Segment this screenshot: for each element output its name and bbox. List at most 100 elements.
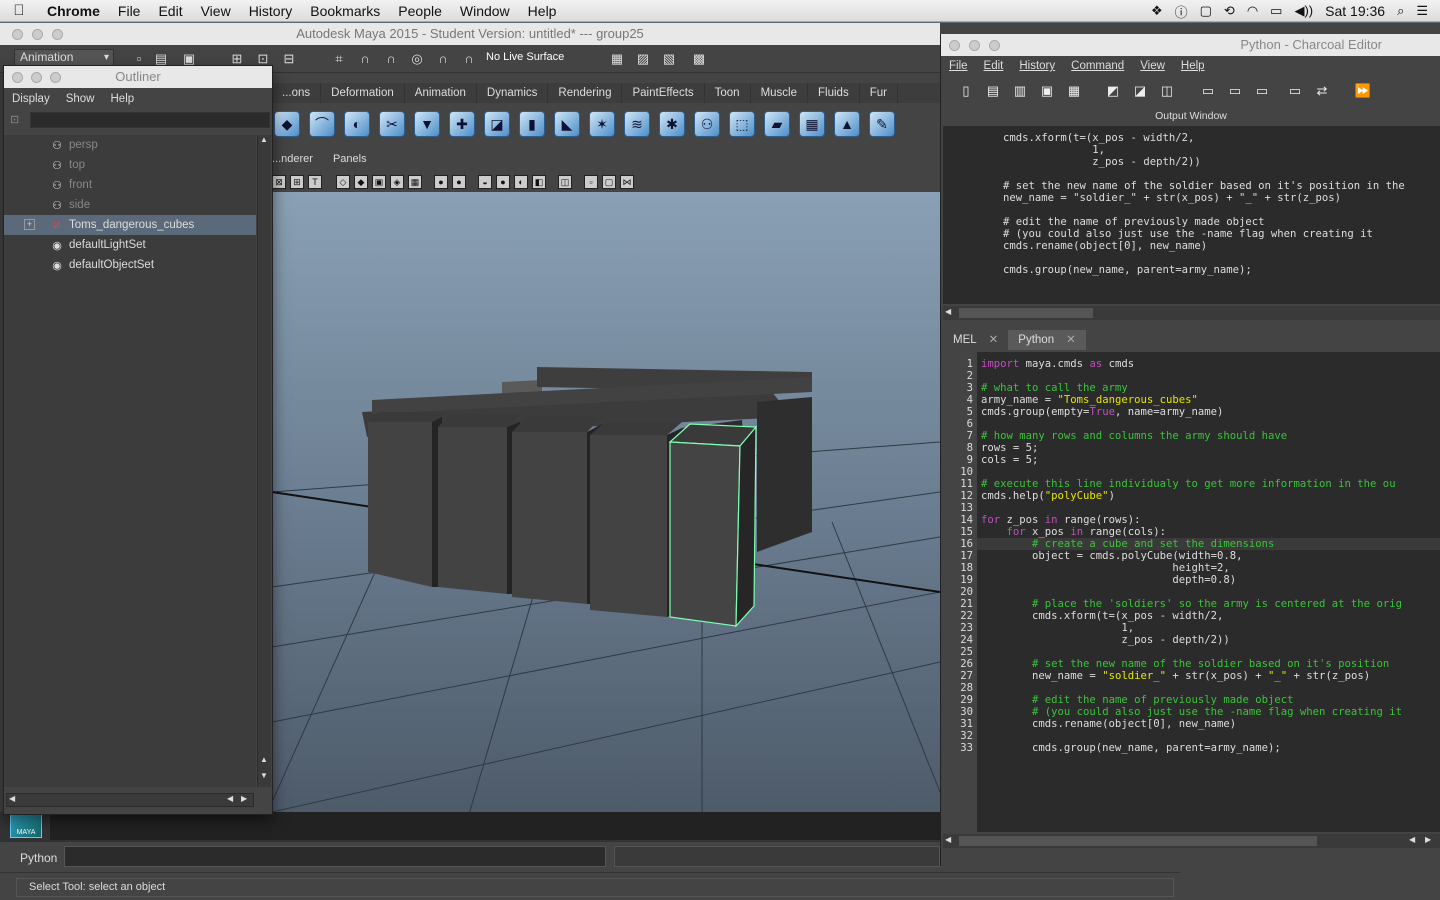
deform-point-icon[interactable]: ▲	[834, 111, 860, 137]
outliner-menu-help[interactable]: Help	[111, 93, 135, 105]
menu-set-dropdown[interactable]: Animation	[14, 49, 114, 66]
tab-python[interactable]: Python ✕	[1008, 330, 1086, 350]
se-menu-file[interactable]: File	[949, 60, 968, 72]
shelf-tab-muscle[interactable]: Muscle	[751, 83, 809, 103]
deform-blend-icon[interactable]: ✱	[659, 111, 685, 137]
close-tab-icon[interactable]: ✕	[989, 334, 999, 346]
select-component-icon[interactable]: ⊟	[280, 50, 298, 68]
spotlight-icon[interactable]: ⌕	[1397, 3, 1404, 19]
scrollbar-thumb[interactable]	[959, 836, 1317, 846]
filter-icon[interactable]: ⊡	[10, 113, 19, 126]
volume-icon[interactable]: ◀))	[1294, 3, 1313, 19]
menu-renderer[interactable]: ...nderer	[272, 153, 313, 171]
show-line-numbers-icon[interactable]: ◪	[1131, 82, 1149, 100]
motion-blur-icon[interactable]: ●	[496, 175, 510, 189]
shelf-tab-animation[interactable]: Animation	[405, 83, 477, 103]
outliner-menu-show[interactable]: Show	[66, 93, 95, 105]
se-menu-view[interactable]: View	[1140, 60, 1165, 72]
outliner-minimize-button[interactable]	[31, 72, 42, 83]
clear-history-icon[interactable]: ▭	[1199, 82, 1217, 100]
se-menu-history[interactable]: History	[1019, 60, 1055, 72]
zoom-button[interactable]	[52, 29, 63, 40]
output-window[interactable]: cmds.xform(t=(x_pos - width/2, 1, z_pos …	[943, 126, 1440, 304]
shelf-tab-rendering[interactable]: Rendering	[548, 83, 623, 103]
outliner-item-persp[interactable]: ⚇ persp	[4, 135, 256, 155]
show-input-icon[interactable]: ⇄	[1313, 82, 1331, 100]
clock[interactable]: Sat 19:36	[1325, 3, 1385, 19]
menu-view[interactable]: View	[192, 3, 240, 19]
editor-horizontal-scrollbar[interactable]: ◀ ◀ ▶	[943, 834, 1440, 848]
shadows-icon[interactable]: ●	[452, 175, 466, 189]
deform-cluster-icon[interactable]: ⌒	[309, 111, 335, 137]
snap-curve-icon[interactable]: ∩	[356, 50, 374, 68]
bookmark-icon[interactable]: ⊞	[290, 175, 304, 189]
scroll-down-icon[interactable]: ▼	[260, 771, 268, 780]
command-language-toggle[interactable]: Python	[20, 851, 57, 865]
output-horizontal-scrollbar[interactable]: ◀	[943, 306, 1440, 320]
show-history-icon[interactable]: ▭	[1286, 82, 1304, 100]
outliner-item-toms-dangerous-cubes[interactable]: + ⧄ Toms_dangerous_cubes	[4, 215, 256, 235]
scroll-left-icon[interactable]: ◀	[227, 794, 233, 803]
menu-app-name[interactable]: Chrome	[38, 3, 109, 19]
deform-bend-icon[interactable]: ◐	[344, 111, 370, 137]
resolution-gate-icon[interactable]: ⋈	[620, 175, 634, 189]
input-source-icon[interactable]: ▭	[1270, 3, 1282, 19]
deform-wave-icon[interactable]: ▮	[519, 111, 545, 137]
snap-grid-icon[interactable]: ⌗	[330, 50, 348, 68]
outliner-menu-display[interactable]: Display	[12, 93, 50, 105]
textured-icon[interactable]: ▦	[408, 175, 422, 189]
deform-wrap-icon[interactable]: ≋	[624, 111, 650, 137]
deform-paint-icon[interactable]: ✎	[869, 111, 895, 137]
scroll-left-icon[interactable]: ◀	[945, 307, 951, 316]
command-input[interactable]	[64, 846, 606, 867]
echo-all-icon[interactable]: ◩	[1104, 82, 1122, 100]
scroll-left-icon[interactable]: ◀	[1409, 835, 1415, 844]
snap-view-icon[interactable]: ◎	[408, 50, 426, 68]
outliner-search-input[interactable]	[30, 112, 270, 128]
se-menu-command[interactable]: Command	[1071, 60, 1124, 72]
wifi-icon[interactable]: ◠	[1247, 3, 1258, 19]
snap-point-icon[interactable]: ∩	[382, 50, 400, 68]
deform-squash-icon[interactable]: ✚	[449, 111, 475, 137]
new-script-icon[interactable]: ▯	[957, 82, 975, 100]
outliner-close-button[interactable]	[12, 72, 23, 83]
notification-center-icon[interactable]: ☰	[1416, 3, 1428, 19]
film-gate-icon[interactable]: ▢	[602, 175, 616, 189]
shelf-tab-fluids[interactable]: Fluids	[808, 83, 860, 103]
menu-panels[interactable]: Panels	[333, 153, 367, 171]
script-editor-close-button[interactable]	[949, 40, 960, 51]
deform-texture-icon[interactable]: ▦	[799, 111, 825, 137]
execute-all-icon[interactable]: ⏩	[1354, 82, 1372, 100]
shelf-tab-painteffects[interactable]: PaintEffects	[622, 83, 705, 103]
source-script-icon[interactable]: ▥	[1011, 82, 1029, 100]
save-script-icon[interactable]: ▣	[1038, 82, 1056, 100]
clear-all-icon[interactable]: ▭	[1253, 82, 1271, 100]
se-menu-edit[interactable]: Edit	[984, 60, 1004, 72]
shelf-tab-deformation[interactable]: Deformation	[321, 83, 405, 103]
menu-people[interactable]: People	[389, 3, 451, 19]
expand-icon[interactable]: +	[24, 219, 35, 230]
deform-sine-icon[interactable]: ▼	[414, 111, 440, 137]
open-script-icon[interactable]: ▤	[984, 82, 1002, 100]
deform-jiggle-icon[interactable]: ⚇	[694, 111, 720, 137]
camera-attributes-icon[interactable]: ⊠	[272, 175, 286, 189]
script-editor-minimize-button[interactable]	[969, 40, 980, 51]
script-editor-zoom-button[interactable]	[989, 40, 1000, 51]
scroll-right-icon[interactable]: ▶	[1425, 835, 1431, 844]
menu-edit[interactable]: Edit	[149, 3, 191, 19]
time-slider[interactable]	[50, 812, 940, 840]
scroll-left-icon[interactable]: ◀	[9, 794, 15, 803]
outliner-item-front[interactable]: ⚇ front	[4, 175, 256, 195]
info-icon[interactable]: ⓘ	[1175, 2, 1188, 21]
time-machine-icon[interactable]: ⟲	[1224, 3, 1235, 19]
close-button[interactable]	[12, 29, 23, 40]
menu-file[interactable]: File	[109, 3, 150, 19]
deform-lattice-icon[interactable]: ◆	[274, 111, 300, 137]
outliner-item-default-object-set[interactable]: ◉ defaultObjectSet	[4, 255, 256, 275]
se-menu-help[interactable]: Help	[1181, 60, 1205, 72]
close-tab-icon[interactable]: ✕	[1066, 334, 1076, 346]
render-current-icon[interactable]: ▨	[634, 50, 652, 68]
scroll-left-icon[interactable]: ◀	[945, 835, 951, 844]
xray-icon[interactable]: ◈	[390, 175, 404, 189]
clear-input-icon[interactable]: ▭	[1226, 82, 1244, 100]
